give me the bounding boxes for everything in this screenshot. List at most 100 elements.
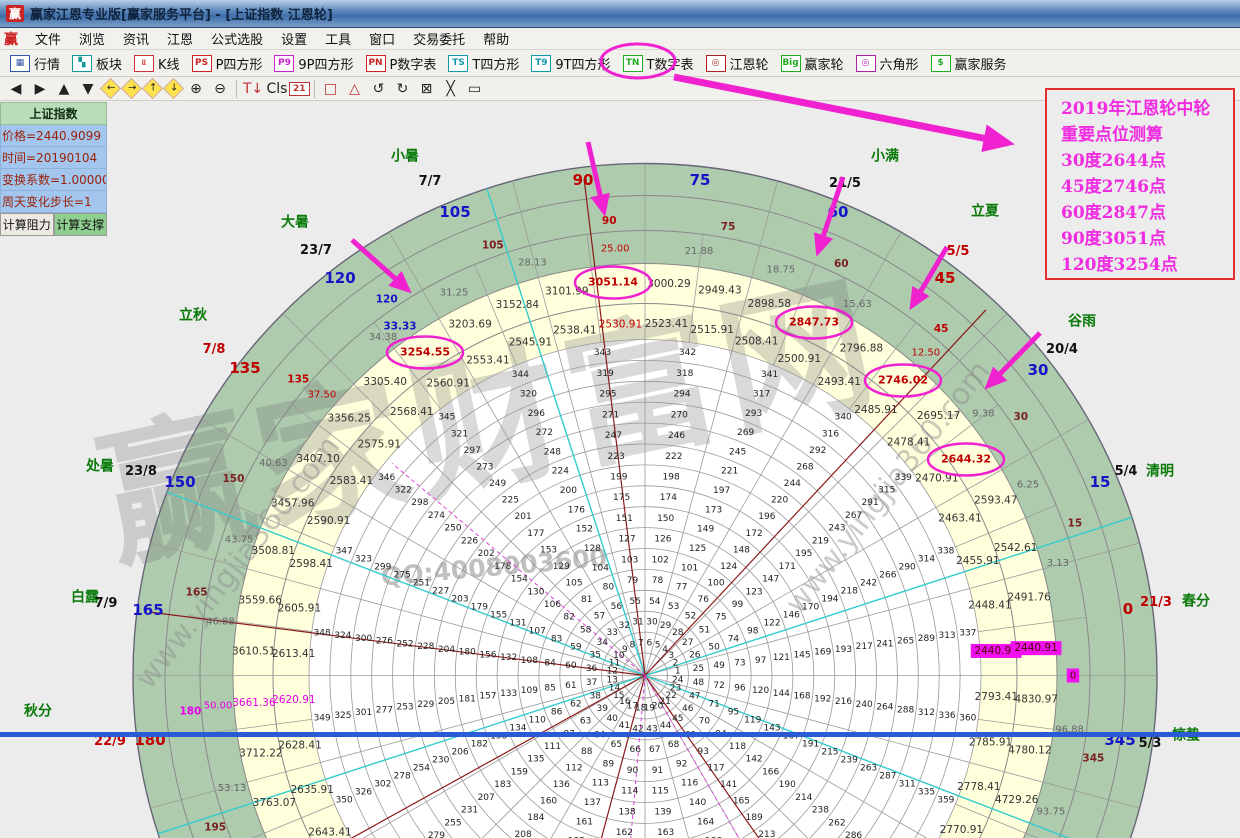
toolbar-button-赢家服务[interactable]: $赢家服务 — [925, 52, 1013, 75]
svg-text:60: 60 — [834, 258, 849, 270]
svg-text:3712.22: 3712.22 — [239, 748, 282, 760]
menu-item-1[interactable]: 浏览 — [70, 27, 114, 50]
calc-resistance-button[interactable]: 计算阻力 — [0, 213, 54, 236]
svg-text:31: 31 — [632, 618, 643, 628]
pan-right-icon[interactable]: → — [121, 78, 142, 99]
toolbar-button-9P四方形[interactable]: P99P四方形 — [268, 52, 359, 75]
cls-icon[interactable]: Cls — [265, 81, 289, 97]
toolbar-button-行情[interactable]: ▦行情 — [4, 52, 66, 75]
menu-item-7[interactable]: 窗口 — [360, 27, 404, 50]
toolbar-button-六角形[interactable]: ◎六角形 — [850, 52, 925, 75]
svg-text:29: 29 — [660, 621, 672, 631]
svg-text:216: 216 — [835, 697, 852, 707]
toolbar-button-江恩轮[interactable]: ◎江恩轮 — [700, 52, 775, 75]
svg-text:48: 48 — [693, 678, 705, 688]
zoom-in-icon[interactable]: ⊕ — [184, 81, 208, 97]
pan-down-icon[interactable]: ↓ — [163, 78, 184, 99]
triangle-tool-icon[interactable]: △ — [343, 81, 367, 97]
svg-text:136: 136 — [553, 780, 570, 790]
svg-text:86: 86 — [551, 708, 563, 718]
svg-text:279: 279 — [428, 831, 445, 838]
menu-item-3[interactable]: 江恩 — [158, 27, 202, 50]
svg-text:谷雨: 谷雨 — [1068, 314, 1096, 330]
svg-text:8: 8 — [630, 641, 636, 651]
square-tool-icon[interactable]: □ — [319, 81, 343, 97]
boxed-x-icon[interactable]: ⊠ — [415, 81, 439, 97]
pan-left-icon[interactable]: ← — [100, 78, 121, 99]
zoom-out-icon[interactable]: ⊖ — [208, 81, 232, 97]
svg-text:21.88: 21.88 — [685, 246, 714, 257]
toolbar-button-K线[interactable]: ୲୲K线 — [128, 52, 186, 75]
svg-text:23/8: 23/8 — [125, 464, 157, 479]
svg-text:245: 245 — [729, 447, 746, 457]
menu-item-5[interactable]: 设置 — [272, 27, 316, 50]
calendar-icon[interactable]: 21 — [289, 82, 310, 96]
rotate-cw-icon[interactable]: ↻ — [391, 81, 415, 97]
svg-text:347: 347 — [336, 546, 353, 556]
svg-text:335: 335 — [918, 788, 935, 798]
toolbar-button-T四方形[interactable]: TST四方形 — [442, 52, 525, 75]
svg-text:3763.07: 3763.07 — [253, 797, 296, 809]
menu-item-8[interactable]: 交易委托 — [404, 27, 474, 50]
nav-down-icon[interactable]: ▼ — [76, 81, 100, 97]
svg-text:56: 56 — [611, 602, 623, 612]
svg-text:25.00: 25.00 — [601, 244, 630, 255]
menu-item-9[interactable]: 帮助 — [474, 27, 518, 50]
svg-text:194: 194 — [821, 594, 838, 604]
svg-text:15.63: 15.63 — [843, 299, 872, 310]
svg-text:349: 349 — [314, 713, 331, 723]
svg-text:43.75: 43.75 — [225, 535, 254, 546]
svg-text:36: 36 — [586, 664, 598, 674]
board-icon[interactable]: ▭ — [463, 81, 487, 97]
svg-text:93: 93 — [698, 747, 709, 757]
rotate-ccw-icon[interactable]: ↺ — [367, 81, 391, 97]
nav-left-icon[interactable]: ◀ — [4, 81, 28, 97]
svg-text:113: 113 — [592, 779, 609, 789]
svg-text:359: 359 — [937, 796, 954, 806]
window-titlebar: 赢 赢家江恩专业版[赢家服务平台] - [上证指数 江恩轮] — [0, 0, 1240, 28]
svg-text:204: 204 — [438, 645, 455, 655]
menu-item-6[interactable]: 工具 — [316, 27, 360, 50]
calc-support-button[interactable]: 计算支撑 — [54, 213, 108, 236]
svg-text:2898.58: 2898.58 — [748, 298, 791, 310]
menu-item-2[interactable]: 资讯 — [114, 27, 158, 50]
svg-text:345: 345 — [438, 413, 455, 423]
p9-icon: P9 — [274, 55, 294, 72]
svg-text:116: 116 — [681, 779, 698, 789]
annotation-line-4: 60度2847点 — [1061, 200, 1233, 226]
toolbar-button-T数字表[interactable]: TNT数字表 — [617, 52, 700, 75]
svg-text:110: 110 — [529, 716, 546, 726]
svg-text:9.38: 9.38 — [972, 408, 994, 419]
svg-text:33.33: 33.33 — [383, 321, 416, 333]
svg-text:252: 252 — [396, 639, 413, 649]
toolbar-button-板块[interactable]: ▚板块 — [66, 52, 128, 75]
svg-text:3203.69: 3203.69 — [448, 319, 491, 331]
nav-right-icon[interactable]: ▶ — [28, 81, 52, 97]
svg-text:105: 105 — [565, 578, 582, 588]
svg-text:98: 98 — [747, 626, 759, 636]
svg-text:大暑: 大暑 — [281, 214, 309, 231]
svg-text:3661.36: 3661.36 — [232, 697, 276, 709]
svg-text:处暑: 处暑 — [85, 458, 114, 475]
toolbar-button-9T四方形[interactable]: T99T四方形 — [525, 52, 616, 75]
toolbar-button-label: 赢家轮 — [805, 54, 844, 73]
toolbar-button-P数字表[interactable]: PNP数字表 — [360, 52, 443, 75]
fit-icon[interactable]: ╳ — [439, 81, 463, 97]
nav-up-icon[interactable]: ▲ — [52, 81, 76, 97]
svg-text:92: 92 — [676, 759, 687, 769]
svg-text:128: 128 — [584, 544, 601, 554]
svg-text:120: 120 — [376, 294, 398, 306]
svg-text:6: 6 — [646, 638, 652, 648]
svg-text:2448.41: 2448.41 — [968, 599, 1011, 611]
svg-text:2620.91: 2620.91 — [272, 694, 315, 706]
svg-text:117: 117 — [707, 764, 724, 774]
svg-text:156: 156 — [479, 650, 496, 660]
menu-item-4[interactable]: 公式选股 — [202, 27, 272, 50]
t-scale-icon[interactable]: T↓ — [241, 81, 265, 97]
menu-item-0[interactable]: 文件 — [26, 27, 70, 50]
toolbar-button-赢家轮[interactable]: Big赢家轮 — [775, 52, 850, 75]
pan-up-icon[interactable]: ↑ — [142, 78, 163, 99]
svg-text:337: 337 — [959, 629, 976, 639]
svg-text:262: 262 — [828, 818, 845, 828]
toolbar-button-P四方形[interactable]: PSP四方形 — [186, 52, 269, 75]
